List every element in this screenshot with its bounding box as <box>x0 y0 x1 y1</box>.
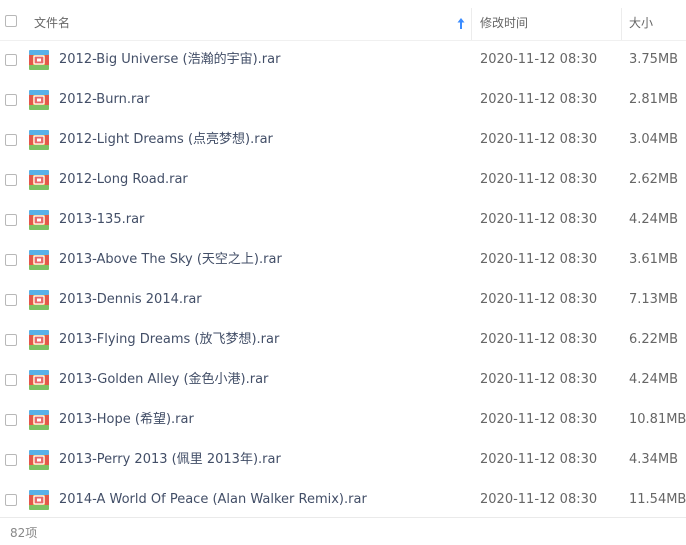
file-modified-time: 2020-11-12 08:30 <box>480 52 598 67</box>
rar-archive-icon <box>29 410 49 430</box>
file-row[interactable]: 2012-Light Dreams (点亮梦想).rar 2020-11-12 0… <box>0 120 686 160</box>
rar-archive-icon <box>29 170 49 190</box>
file-row[interactable]: 2013-Flying Dreams (放飞梦想).rar 2020-11-12 … <box>0 320 686 360</box>
row-checkbox[interactable] <box>5 414 17 426</box>
file-size: 11.54MB <box>629 492 686 507</box>
file-name[interactable]: 2013-Hope (希望).rar <box>59 400 194 440</box>
file-name[interactable]: 2013-Golden Alley (金色小港).rar <box>59 360 268 400</box>
row-checkbox[interactable] <box>5 454 17 466</box>
list-header: 文件名 修改时间 大小 <box>0 0 686 41</box>
file-list-view: 文件名 修改时间 大小 2012-Big Universe (浩瀚的宇宙).ra… <box>0 0 686 545</box>
row-checkbox[interactable] <box>5 134 17 146</box>
column-header-size[interactable]: 大小 <box>622 0 686 40</box>
file-modified-time: 2020-11-12 08:30 <box>480 92 598 107</box>
file-name[interactable]: 2012-Big Universe (浩瀚的宇宙).rar <box>59 40 280 80</box>
rar-archive-icon <box>29 370 49 390</box>
file-modified-time: 2020-11-12 08:30 <box>480 252 598 267</box>
file-size: 3.04MB <box>629 132 679 147</box>
select-all-checkbox[interactable] <box>5 15 17 27</box>
row-checkbox[interactable] <box>5 214 17 226</box>
file-size: 10.81MB <box>629 412 686 427</box>
file-name[interactable]: 2013-Perry 2013 (佩里 2013年).rar <box>59 440 281 480</box>
file-row[interactable]: 2013-Hope (希望).rar 2020-11-12 08:30 10.81M… <box>0 400 686 440</box>
rar-archive-icon <box>29 290 49 310</box>
file-name[interactable]: 2012-Long Road.rar <box>59 160 188 200</box>
row-checkbox[interactable] <box>5 334 17 346</box>
file-row[interactable]: 2014-A World Of Peace (Alan Walker Remix… <box>0 480 686 520</box>
file-modified-time: 2020-11-12 08:30 <box>480 492 598 507</box>
column-divider[interactable] <box>471 8 472 40</box>
rar-archive-icon <box>29 90 49 110</box>
file-row[interactable]: 2013-Dennis 2014.rar 2020-11-12 08:30 7.13… <box>0 280 686 320</box>
row-checkbox[interactable] <box>5 494 17 506</box>
file-size: 3.75MB <box>629 52 679 67</box>
status-bar: 82项 <box>0 517 686 545</box>
file-name[interactable]: 2013-Dennis 2014.rar <box>59 280 202 320</box>
file-name[interactable]: 2013-135.rar <box>59 200 144 240</box>
file-row[interactable]: 2012-Long Road.rar 2020-11-12 08:30 2.62MB <box>0 160 686 200</box>
file-size: 2.81MB <box>629 92 679 107</box>
item-count: 82项 <box>10 526 38 540</box>
file-modified-time: 2020-11-12 08:30 <box>480 292 598 307</box>
rar-archive-icon <box>29 210 49 230</box>
file-modified-time: 2020-11-12 08:30 <box>480 212 598 227</box>
file-size: 7.13MB <box>629 292 679 307</box>
file-modified-time: 2020-11-12 08:30 <box>480 332 598 347</box>
file-rows: 2012-Big Universe (浩瀚的宇宙).rar 2020-11-12 … <box>0 40 686 520</box>
file-name[interactable]: 2013-Above The Sky (天空之上).rar <box>59 240 282 280</box>
file-row[interactable]: 2013-Perry 2013 (佩里 2013年).rar 2020-11-12… <box>0 440 686 480</box>
file-size: 6.22MB <box>629 332 679 347</box>
column-header-modified-time[interactable]: 修改时间 <box>473 0 621 40</box>
column-header-name[interactable]: 文件名 <box>34 0 472 40</box>
arrow-up-icon[interactable] <box>456 17 466 31</box>
row-checkbox[interactable] <box>5 54 17 66</box>
file-row[interactable]: 2012-Burn.rar 2020-11-12 08:30 2.81MB <box>0 80 686 120</box>
file-name[interactable]: 2012-Light Dreams (点亮梦想).rar <box>59 120 273 160</box>
file-name[interactable]: 2012-Burn.rar <box>59 80 150 120</box>
rar-archive-icon <box>29 330 49 350</box>
file-modified-time: 2020-11-12 08:30 <box>480 132 598 147</box>
file-size: 4.24MB <box>629 212 679 227</box>
file-row[interactable]: 2012-Big Universe (浩瀚的宇宙).rar 2020-11-12 … <box>0 40 686 80</box>
rar-archive-icon <box>29 250 49 270</box>
file-modified-time: 2020-11-12 08:30 <box>480 412 598 427</box>
row-checkbox[interactable] <box>5 294 17 306</box>
file-row[interactable]: 2013-Golden Alley (金色小港).rar 2020-11-12 0… <box>0 360 686 400</box>
file-size: 3.61MB <box>629 252 679 267</box>
file-modified-time: 2020-11-12 08:30 <box>480 172 598 187</box>
rar-archive-icon <box>29 130 49 150</box>
row-checkbox[interactable] <box>5 174 17 186</box>
rar-archive-icon <box>29 490 49 510</box>
row-checkbox[interactable] <box>5 94 17 106</box>
file-size: 4.24MB <box>629 372 679 387</box>
file-name[interactable]: 2014-A World Of Peace (Alan Walker Remix… <box>59 480 367 520</box>
row-checkbox[interactable] <box>5 374 17 386</box>
file-name[interactable]: 2013-Flying Dreams (放飞梦想).rar <box>59 320 279 360</box>
file-modified-time: 2020-11-12 08:30 <box>480 452 598 467</box>
file-size: 4.34MB <box>629 452 679 467</box>
row-checkbox[interactable] <box>5 254 17 266</box>
file-size: 2.62MB <box>629 172 679 187</box>
rar-archive-icon <box>29 450 49 470</box>
file-row[interactable]: 2013-Above The Sky (天空之上).rar 2020-11-12 … <box>0 240 686 280</box>
file-row[interactable]: 2013-135.rar 2020-11-12 08:30 4.24MB <box>0 200 686 240</box>
rar-archive-icon <box>29 50 49 70</box>
file-modified-time: 2020-11-12 08:30 <box>480 372 598 387</box>
